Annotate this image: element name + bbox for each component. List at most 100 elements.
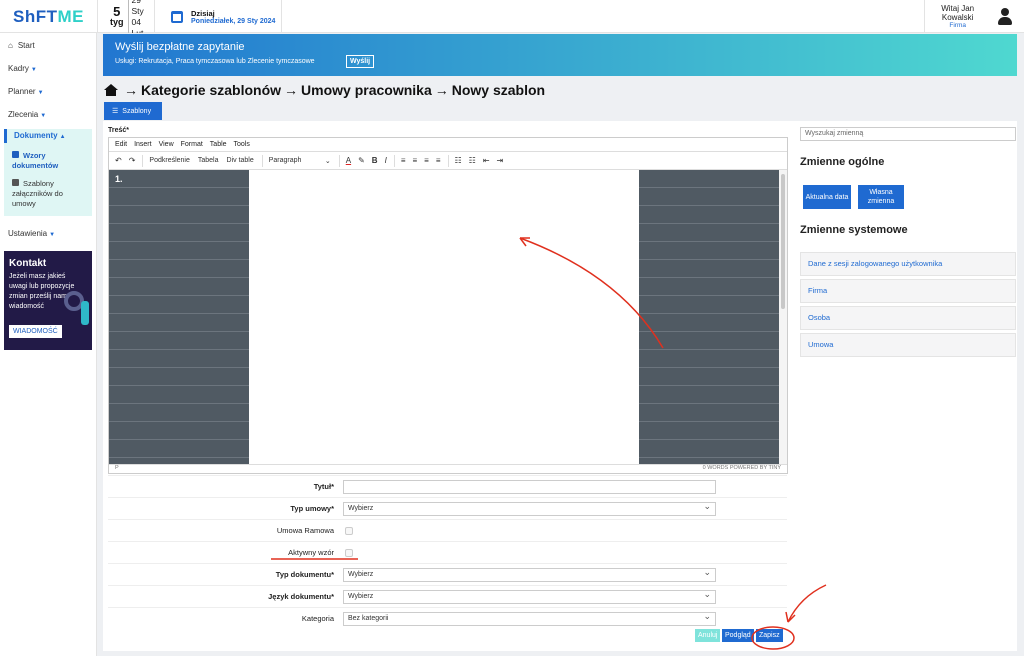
- variable-search-input[interactable]: Wyszukaj zmienną: [800, 127, 1016, 141]
- rich-text-editor: Edit Insert View Format Table Tools ↶ ↷ …: [108, 137, 788, 474]
- accordion-osoba[interactable]: Osoba: [800, 306, 1016, 330]
- today-indicator[interactable]: Dzisiaj Poniedziałek, 29 Sty 2024: [156, 0, 282, 33]
- sidebar-item-planner[interactable]: Planner ▼: [8, 87, 44, 96]
- accordion-umowa[interactable]: Umowa: [800, 333, 1016, 357]
- contact-title: Kontakt: [9, 258, 47, 269]
- menu-insert[interactable]: Insert: [134, 141, 152, 148]
- week-number: 5 tyg: [110, 3, 124, 27]
- user-menu[interactable]: Witaj Jan Kowalski Firma: [924, 0, 1024, 33]
- content-label: Treść*: [108, 127, 130, 134]
- field-label-aktywny: Aktywny wzór: [288, 548, 334, 557]
- today-date: Poniedziałek, 29 Sty 2024: [191, 17, 276, 25]
- calendar-icon: [171, 10, 183, 23]
- typ-dokumentu-select[interactable]: Wybierz: [343, 566, 716, 582]
- form-row-typ-umowy: Typ umowy* Wybierz: [108, 497, 787, 519]
- week-indicator[interactable]: 5tyg 29 Sty04 Lut: [97, 0, 155, 39]
- tytul-input[interactable]: [343, 480, 716, 494]
- field-label-typ-dokumentu: Typ dokumentu*: [275, 570, 334, 579]
- banner-send-button[interactable]: Wyślij: [346, 55, 375, 68]
- caret-down-icon: ▼: [30, 67, 37, 73]
- editor-statusbar: P 0 WORDS POWERED BY TINY: [109, 464, 787, 473]
- field-label-tytul: Tytuł*: [313, 482, 334, 491]
- arrow-icon: →: [124, 82, 138, 98]
- general-variables-title: Zmienne ogólne: [800, 156, 885, 168]
- line-number: 1.: [115, 174, 123, 184]
- accordion-session-data[interactable]: Dane z sesji zalogowanego użytkownika: [800, 252, 1016, 276]
- align-center-icon[interactable]: ≡: [412, 156, 417, 165]
- custom-variable-button[interactable]: Własna zmienna: [858, 185, 904, 209]
- menu-edit[interactable]: Edit: [115, 141, 127, 148]
- kategoria-select[interactable]: Bez kategorii: [343, 610, 716, 626]
- breadcrumb-item-umowy[interactable]: Umowy pracownika: [301, 82, 432, 98]
- caret-down-icon: ▼: [37, 90, 44, 96]
- paragraph-select[interactable]: Paragraph ⌄: [269, 157, 331, 165]
- user-greeting: Witaj Jan Kowalski: [941, 4, 975, 22]
- align-left-icon[interactable]: ≡: [401, 156, 406, 165]
- app-logo[interactable]: ShFT ME: [0, 0, 97, 33]
- contact-message-button[interactable]: WIADOMOŚĆ: [9, 325, 62, 338]
- sidebar-item-dokumenty[interactable]: Dokumenty ▲: [4, 129, 92, 143]
- breadcrumb: → Kategorie szablonów → Umowy pracownika…: [104, 82, 545, 98]
- numbered-list-icon[interactable]: ☷: [469, 156, 476, 165]
- form-row-jezyk: Język dokumentu* Wybierz: [108, 585, 787, 607]
- logo-text-a: ShFT: [13, 6, 58, 26]
- menu-table[interactable]: Table: [210, 141, 227, 148]
- list-icon: ☰: [112, 108, 119, 115]
- italic-icon[interactable]: I: [385, 156, 387, 165]
- sidebar-item-start[interactable]: ⌂ Start: [8, 41, 35, 50]
- cancel-button[interactable]: Anuluj: [695, 629, 721, 642]
- current-date-button[interactable]: Aktualna data: [803, 185, 851, 209]
- table-button[interactable]: Tabela: [198, 157, 219, 164]
- document-icon: [12, 151, 19, 158]
- undo-icon[interactable]: ↶: [115, 156, 122, 165]
- arrow-icon: →: [434, 82, 449, 98]
- highlight-icon[interactable]: ✎: [358, 156, 365, 165]
- breadcrumb-item-kategorie[interactable]: Kategorie szablonów: [141, 82, 281, 98]
- sidebar-item-szablony[interactable]: Szablony załączników do umowy: [12, 179, 88, 209]
- underline-style-button[interactable]: Podkreślenie: [149, 157, 189, 164]
- home-icon[interactable]: [104, 84, 119, 96]
- sidebar-item-ustawienia[interactable]: Ustawienia ▼: [8, 229, 55, 238]
- save-button[interactable]: Zapisz: [756, 629, 783, 642]
- form-row-typ-dokumentu: Typ dokumentu* Wybierz: [108, 563, 787, 585]
- bullet-list-icon[interactable]: ☷: [455, 156, 462, 165]
- typ-umowy-select[interactable]: Wybierz: [343, 500, 716, 516]
- outdent-icon[interactable]: ⇤: [483, 156, 490, 165]
- editor-scrollbar[interactable]: [779, 170, 787, 465]
- menu-tools[interactable]: Tools: [234, 141, 250, 148]
- editor-toolbar: ↶ ↷ Podkreślenie Tabela Div table Paragr…: [109, 152, 787, 170]
- jezyk-select[interactable]: Wybierz: [343, 588, 716, 604]
- menu-format[interactable]: Format: [181, 141, 203, 148]
- editor-path: P: [115, 465, 119, 471]
- form-row-kategoria: Kategoria Bez kategorii: [108, 607, 787, 629]
- editor-page[interactable]: [249, 170, 639, 465]
- align-justify-icon[interactable]: ≡: [436, 156, 441, 165]
- sidebar-item-wzory[interactable]: Wzory dokumentów: [12, 151, 82, 171]
- tab-szablony[interactable]: ☰ Szablony: [104, 102, 162, 120]
- system-variables-title: Zmienne systemowe: [800, 224, 908, 236]
- sidebar-item-zlecenia[interactable]: Zlecenia ▼: [8, 110, 46, 119]
- banner-title: Wyślij bezpłatne zapytanie: [115, 41, 245, 53]
- bold-icon[interactable]: B: [372, 156, 378, 165]
- align-right-icon[interactable]: ≡: [424, 156, 429, 165]
- banner-subtitle: Usługi: Rekrutacja, Praca tymczasowa lub…: [115, 58, 315, 65]
- div-table-button[interactable]: Div table: [227, 157, 254, 164]
- aktywny-wzor-checkbox[interactable]: [345, 549, 353, 557]
- contact-card: Kontakt Jeżeli masz jakieś uwagi lub pro…: [4, 251, 92, 350]
- preview-button[interactable]: Podgląd: [722, 629, 754, 642]
- avatar-icon: [996, 7, 1014, 26]
- accordion-firma[interactable]: Firma: [800, 279, 1016, 303]
- menu-view[interactable]: View: [159, 141, 174, 148]
- sidebar-item-kadry[interactable]: Kadry ▼: [8, 64, 37, 73]
- chevron-down-icon: ⌄: [324, 157, 331, 165]
- redo-icon[interactable]: ↷: [129, 156, 136, 165]
- caret-down-icon: ▼: [49, 232, 56, 238]
- main-area: Wyślij bezpłatne zapytanie Usługi: Rekru…: [97, 33, 1024, 656]
- document-icon: [12, 179, 19, 186]
- promo-banner: Wyślij bezpłatne zapytanie Usługi: Rekru…: [103, 34, 1017, 76]
- umowa-ramowa-checkbox[interactable]: [345, 527, 353, 535]
- breadcrumb-item-current: Nowy szablon: [451, 82, 546, 98]
- indent-icon[interactable]: ⇥: [497, 156, 504, 165]
- text-color-icon[interactable]: A: [346, 156, 351, 165]
- today-label: Dzisiaj: [191, 8, 215, 18]
